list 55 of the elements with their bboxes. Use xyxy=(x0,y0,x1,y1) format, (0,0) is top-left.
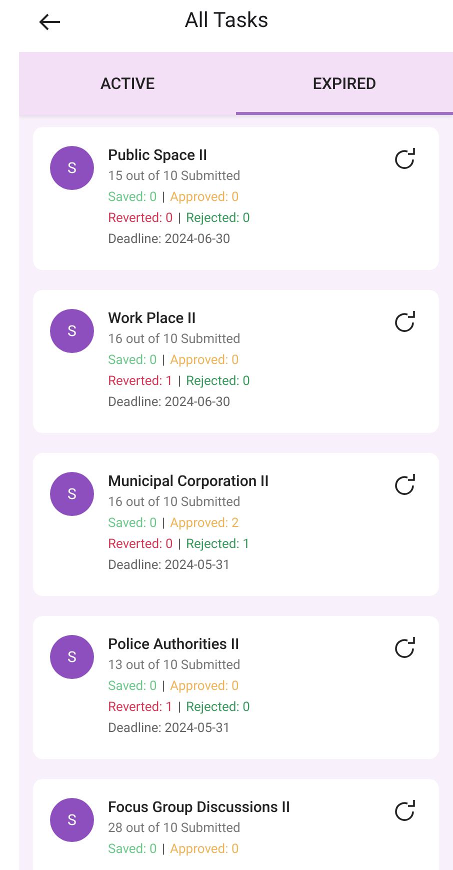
separator: | xyxy=(178,536,181,554)
saved-count: Saved: 0 xyxy=(108,189,157,207)
avatar: S xyxy=(50,635,94,679)
task-title: Focus Group Discussions II xyxy=(108,797,290,818)
separator: | xyxy=(162,678,166,696)
task-title: Work Place II xyxy=(108,308,197,329)
deadline: Deadline: 2024-05-31 xyxy=(108,557,232,575)
separator: | xyxy=(162,352,166,370)
approved-count: Approved: 2 xyxy=(170,515,239,533)
separator: | xyxy=(178,699,181,717)
separator: | xyxy=(178,210,181,228)
submission-count: 15 out of 10 Submitted xyxy=(108,168,242,186)
tab[interactable]: EXPIRED xyxy=(236,52,453,115)
reverted-count: Reverted: 1 xyxy=(108,373,173,391)
tab[interactable]: ACTIVE xyxy=(19,52,236,115)
refresh-icon xyxy=(393,472,417,498)
deadline: Deadline: 2024-06-30 xyxy=(108,394,232,412)
refresh-icon xyxy=(393,798,417,824)
refresh-icon xyxy=(393,309,417,335)
separator: | xyxy=(162,189,166,207)
approved-count: Approved: 0 xyxy=(170,841,239,859)
submission-count: 28 out of 10 Submitted xyxy=(108,820,242,838)
approved-count: Approved: 0 xyxy=(170,189,239,207)
saved-count: Saved: 0 xyxy=(108,841,157,859)
page-title: All Tasks xyxy=(184,8,268,35)
rejected-count: Rejected: 0 xyxy=(186,699,250,717)
task-title: Police Authorities II xyxy=(108,634,240,655)
approved-count: Approved: 0 xyxy=(170,352,239,370)
rejected-count: Rejected: 0 xyxy=(186,373,250,391)
deadline: Deadline: 2024-06-30 xyxy=(108,231,232,249)
task-title: Public Space II xyxy=(108,145,208,166)
saved-count: Saved: 0 xyxy=(108,352,157,370)
avatar: S xyxy=(50,309,94,353)
approved-count: Approved: 0 xyxy=(170,678,239,696)
reverted-count: Reverted: 0 xyxy=(108,536,173,554)
submission-count: 16 out of 10 Submitted xyxy=(108,331,242,349)
avatar: S xyxy=(50,472,94,516)
deadline: Deadline: 2024-05-31 xyxy=(108,720,232,738)
back-arrow-icon xyxy=(39,13,61,31)
rejected-count: Rejected: 1 xyxy=(186,536,250,554)
separator: | xyxy=(178,373,181,391)
reverted-count: Reverted: 0 xyxy=(108,210,173,228)
rejected-count: Rejected: 0 xyxy=(186,210,250,228)
refresh-icon xyxy=(393,635,417,661)
saved-count: Saved: 0 xyxy=(108,515,157,533)
saved-count: Saved: 0 xyxy=(108,678,157,696)
reverted-count: Reverted: 1 xyxy=(108,699,173,717)
refresh-icon xyxy=(393,146,417,172)
avatar: S xyxy=(50,146,94,190)
separator: | xyxy=(162,841,166,859)
submission-count: 13 out of 10 Submitted xyxy=(108,657,242,675)
separator: | xyxy=(162,515,166,533)
task-title: Municipal Corporation II xyxy=(108,471,269,492)
submission-count: 16 out of 10 Submitted xyxy=(108,494,242,512)
avatar: S xyxy=(50,798,94,842)
